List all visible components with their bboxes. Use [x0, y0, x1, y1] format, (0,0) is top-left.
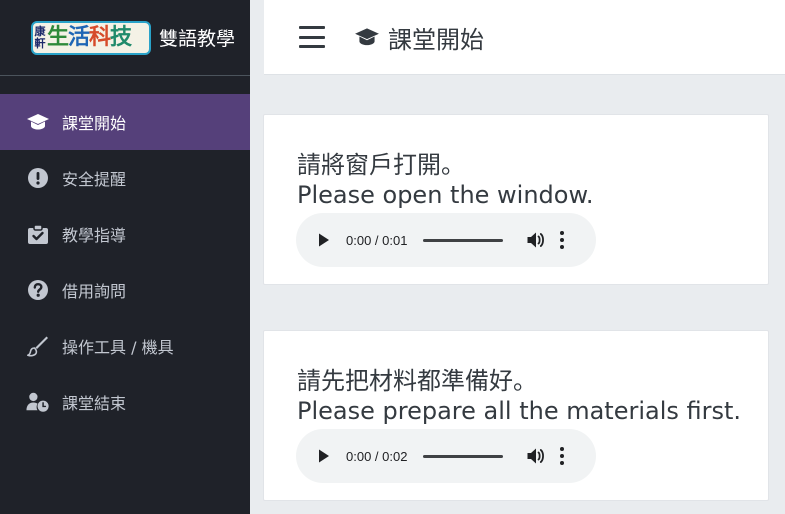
page-title: 課堂開始	[354, 20, 484, 55]
sidebar-item-label: 操作工具 / 機具	[62, 338, 174, 357]
question-circle-icon	[26, 278, 50, 302]
sidebar-item-tools[interactable]: 操作工具 / 機具	[0, 318, 250, 374]
tool-brush-icon	[26, 334, 50, 358]
brand-title: 雙語教學	[159, 28, 236, 50]
sidebar-item-safety-reminder[interactable]: 安全提醒	[0, 150, 250, 206]
hamburger-menu-icon[interactable]	[299, 26, 325, 48]
volume-icon[interactable]	[527, 447, 545, 465]
logo-wordmark: 生活科技	[47, 24, 132, 51]
more-options-icon[interactable]	[559, 231, 565, 249]
more-options-icon[interactable]	[559, 447, 565, 465]
sidebar-nav: 課堂開始 安全提醒 教學指導 借用詢問 操作工具 / 機具 課堂結束	[0, 76, 250, 430]
sidebar-item-label: 課堂開始	[62, 114, 127, 133]
phrase-chinese: 請將窗戶打開。	[297, 151, 465, 179]
logo-char: 科	[89, 24, 111, 50]
sidebar-item-label: 課堂結束	[62, 394, 127, 413]
sidebar-item-label: 安全提醒	[62, 170, 127, 189]
audio-player: 0:00 / 0:02	[296, 429, 596, 483]
graduation-cap-icon	[26, 110, 50, 134]
brand-logo: 康軒 生活科技	[31, 20, 151, 55]
sidebar-item-borrow-inquiry[interactable]: 借用詢問	[0, 262, 250, 318]
play-icon[interactable]	[316, 232, 332, 248]
audio-progress-track[interactable]	[423, 238, 504, 242]
phrase-card: 請將窗戶打開。 Please open the window. 0:00 / 0…	[263, 114, 769, 285]
sidebar-item-class-start[interactable]: 課堂開始	[0, 94, 250, 150]
sidebar: 康軒 生活科技 雙語教學 課堂開始 安全提醒 教學指導 借用詢問 操作工具 / …	[0, 0, 250, 514]
sidebar-item-class-end[interactable]: 課堂結束	[0, 374, 250, 430]
user-clock-icon	[26, 390, 50, 414]
logo-char: 活	[68, 24, 90, 50]
sidebar-item-label: 教學指導	[62, 226, 127, 245]
phrase-card: 請先把材料都準備好。 Please prepare all the materi…	[263, 330, 769, 501]
page-title-text: 課堂開始	[388, 25, 484, 54]
logo-char: 技	[110, 24, 132, 50]
audio-time: 0:00 / 0:02	[346, 448, 408, 464]
audio-time: 0:00 / 0:01	[346, 232, 408, 248]
logo-side-text: 康軒	[34, 24, 46, 50]
exclamation-circle-icon	[26, 166, 50, 190]
audio-player: 0:00 / 0:01	[296, 213, 596, 267]
top-header: 課堂開始	[264, 0, 785, 75]
play-icon[interactable]	[316, 448, 332, 464]
logo-char: 生	[47, 24, 69, 50]
phrase-english: Please prepare all the materials first.	[297, 397, 742, 425]
audio-progress-track[interactable]	[423, 454, 504, 458]
phrase-chinese: 請先把材料都準備好。	[297, 367, 537, 395]
brand[interactable]: 康軒 生活科技 雙語教學	[0, 0, 250, 76]
volume-icon[interactable]	[527, 231, 545, 249]
sidebar-item-label: 借用詢問	[62, 282, 127, 301]
graduation-cap-icon	[354, 26, 380, 48]
phrase-english: Please open the window.	[297, 181, 594, 209]
clipboard-check-icon	[26, 222, 50, 246]
sidebar-item-teaching-guide[interactable]: 教學指導	[0, 206, 250, 262]
